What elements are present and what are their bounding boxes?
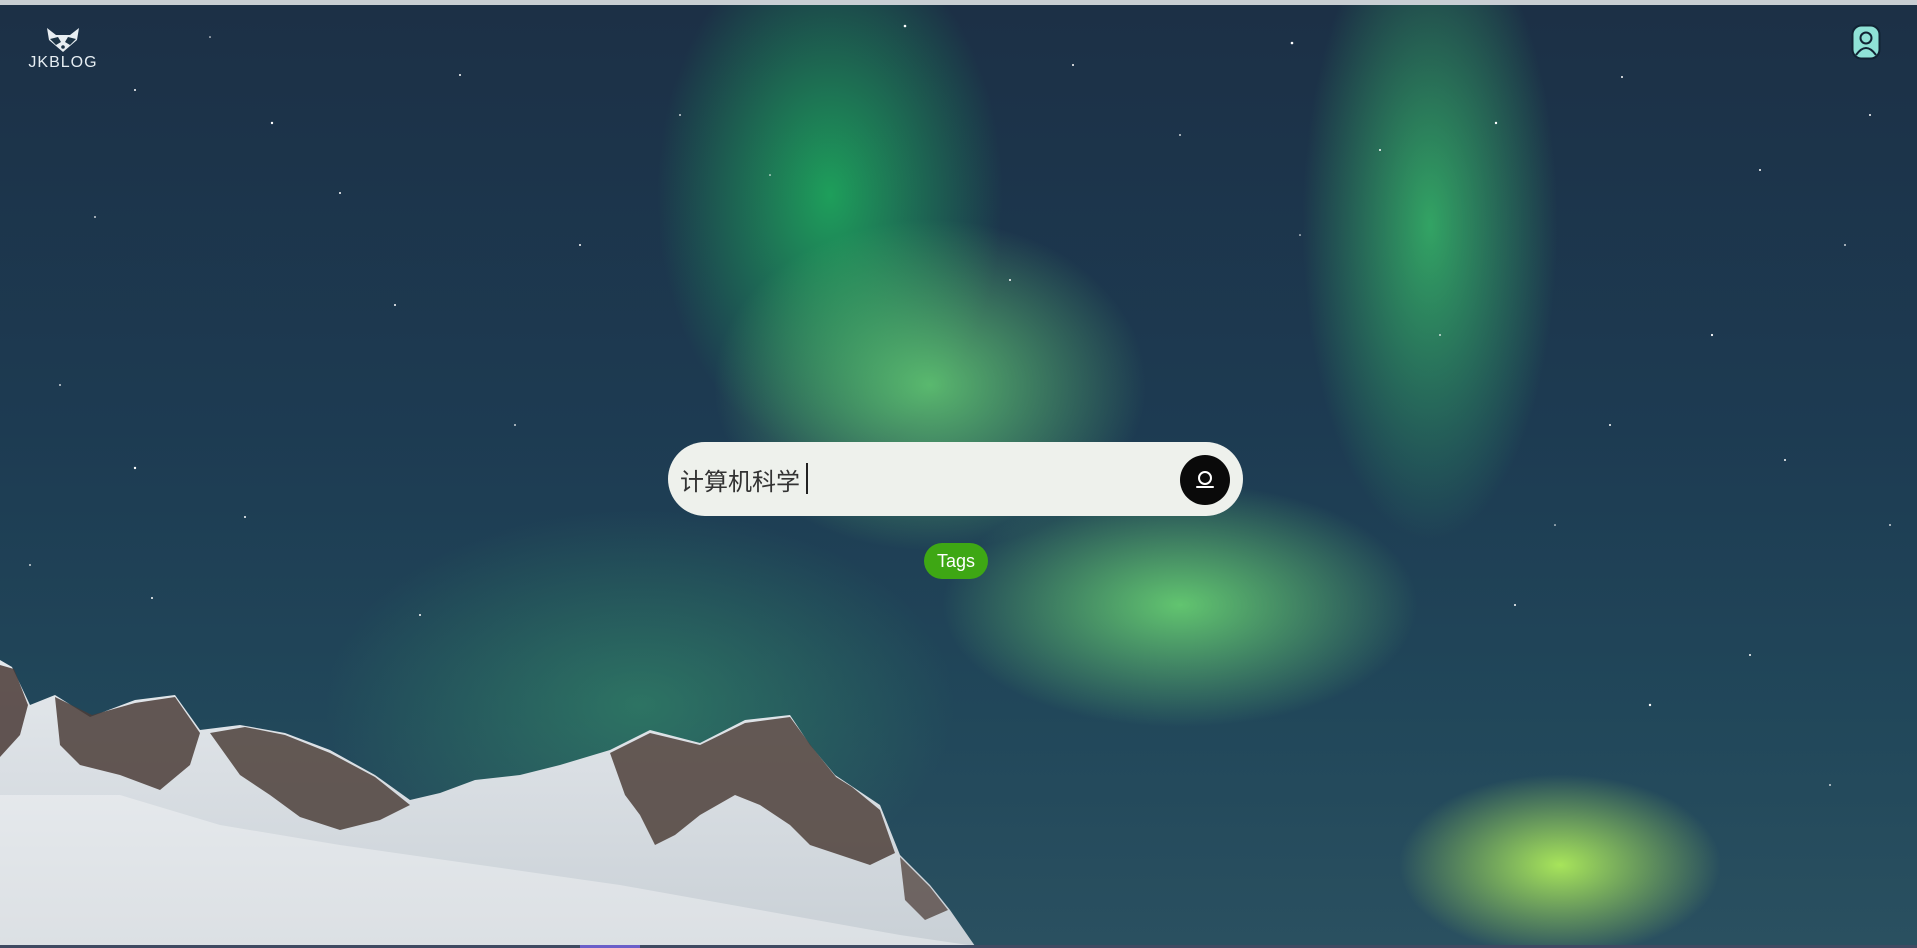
search-bar bbox=[668, 442, 1243, 516]
raccoon-icon bbox=[47, 28, 79, 52]
search-input[interactable] bbox=[680, 454, 1160, 504]
tags-button[interactable]: Tags bbox=[924, 543, 988, 579]
search-icon bbox=[1196, 471, 1214, 488]
user-account-button[interactable] bbox=[1851, 24, 1881, 60]
site-logo[interactable]: JKBLOG bbox=[22, 26, 104, 72]
tags-button-label: Tags bbox=[936, 550, 976, 571]
user-icon bbox=[1851, 24, 1881, 60]
search-button[interactable] bbox=[1180, 455, 1230, 505]
logo-text: JKBLOG bbox=[28, 54, 98, 71]
text-caret bbox=[806, 463, 808, 494]
